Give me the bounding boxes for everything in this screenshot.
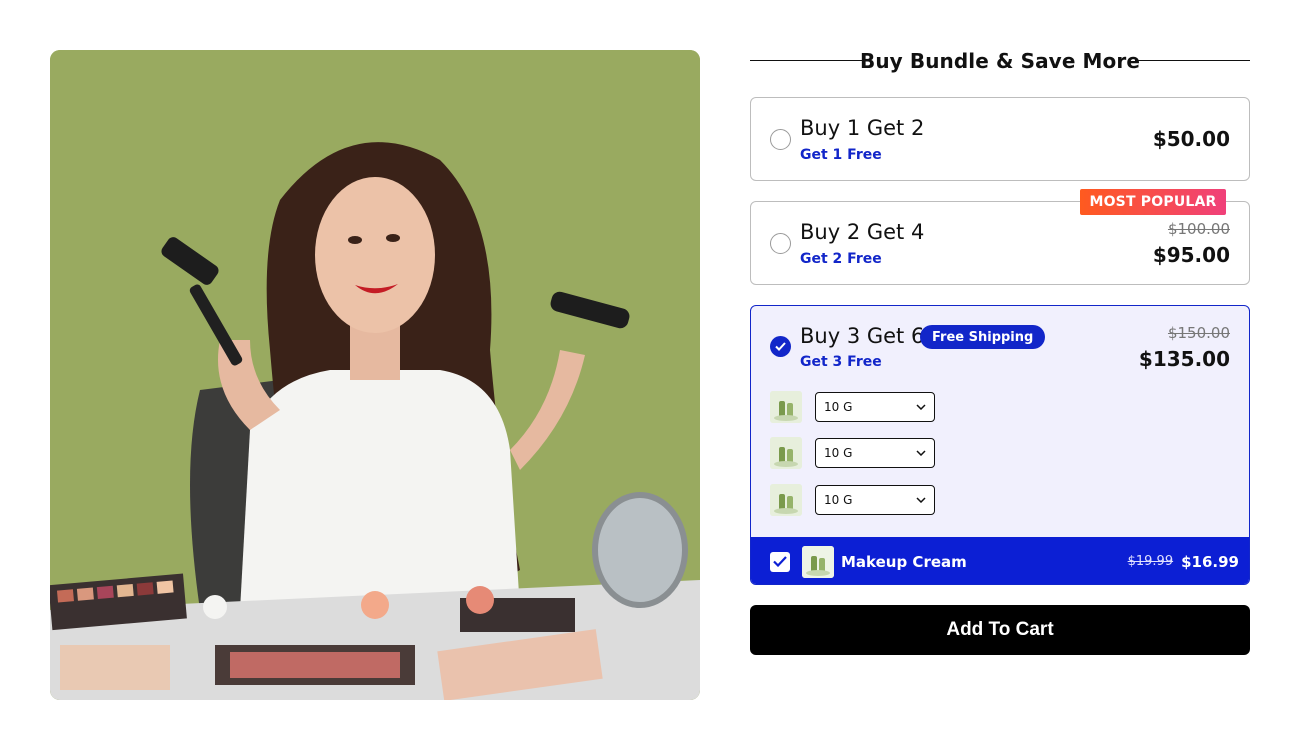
variant-row: 10 G <box>770 391 935 423</box>
upsell-name: Makeup Cream <box>841 552 967 571</box>
product-thumbnail <box>770 484 802 516</box>
variant-row: 10 G <box>770 437 935 469</box>
bundle-title: Buy Bundle & Save More <box>859 49 1141 73</box>
product-thumbnail <box>770 391 802 423</box>
upsell-old-price: $19.99 <box>1127 554 1174 569</box>
chevron-down-icon <box>916 497 926 503</box>
product-photo <box>50 50 700 700</box>
variant-row: 10 G <box>770 484 935 516</box>
option-title: Buy 2 Get 4 <box>800 220 925 244</box>
chevron-down-icon <box>916 450 926 456</box>
size-select-value: 10 G <box>824 446 853 460</box>
option-old-price: $100.00 <box>1167 220 1230 238</box>
size-select[interactable]: 10 G <box>815 485 935 515</box>
upsell-addon[interactable]: Makeup Cream $19.99 $16.99 <box>751 537 1249 584</box>
size-select-value: 10 G <box>824 400 853 414</box>
option-price: $135.00 <box>1138 347 1230 371</box>
option-title: Buy 1 Get 2 <box>800 116 925 140</box>
option-subtitle: Get 1 Free <box>800 147 882 163</box>
option-price: $95.00 <box>1152 243 1230 267</box>
size-select-value: 10 G <box>824 493 853 507</box>
bundle-option-buy1[interactable]: Buy 1 Get 2 Get 1 Free $50.00 <box>750 97 1250 181</box>
check-icon[interactable] <box>770 551 790 572</box>
radio-checked-icon[interactable] <box>770 336 791 357</box>
free-shipping-badge: Free Shipping <box>920 325 1046 349</box>
size-select[interactable]: 10 G <box>815 438 935 468</box>
most-popular-badge: MOST POPULAR <box>1080 189 1226 215</box>
option-title: Buy 3 Get 6 <box>800 324 925 348</box>
upsell-price: $16.99 <box>1181 552 1239 571</box>
radio-icon[interactable] <box>770 129 791 150</box>
chevron-down-icon <box>916 404 926 410</box>
bundle-option-buy3[interactable]: Buy 3 Get 6 Free Shipping Get 3 Free $15… <box>750 305 1250 585</box>
heading-divider-right <box>1135 60 1250 61</box>
heading-divider-left <box>750 60 865 61</box>
option-old-price: $150.00 <box>1167 324 1230 342</box>
option-subtitle: Get 3 Free <box>800 354 882 370</box>
upsell-thumbnail <box>802 545 834 578</box>
bundle-panel: Buy Bundle & Save More Buy 1 Get 2 Get 1… <box>750 40 1250 585</box>
upsell-prices: $19.99 $16.99 <box>1128 553 1239 571</box>
option-price: $50.00 <box>1152 127 1230 151</box>
product-thumbnail <box>770 437 802 469</box>
size-select[interactable]: 10 G <box>815 392 935 422</box>
add-to-cart-button[interactable]: Add To Cart <box>750 605 1250 655</box>
bundle-heading: Buy Bundle & Save More <box>750 40 1250 82</box>
radio-icon[interactable] <box>770 233 791 254</box>
option-subtitle: Get 2 Free <box>800 251 882 267</box>
